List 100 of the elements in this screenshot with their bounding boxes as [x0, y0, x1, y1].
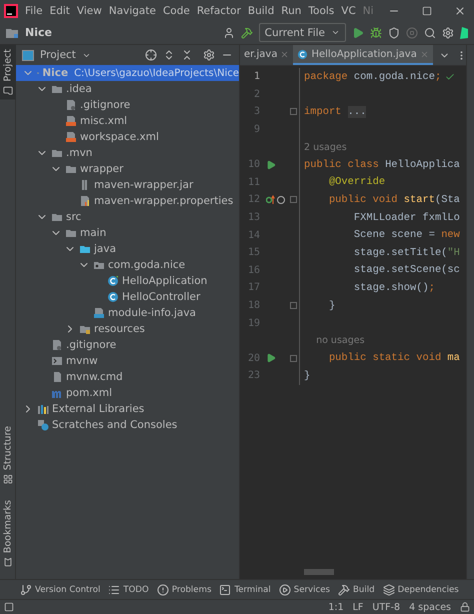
menu-item[interactable]: Navigate	[108, 4, 156, 16]
code-line: stage.setTitle("H	[352, 246, 460, 259]
status-item[interactable]: LF	[352, 602, 364, 612]
tree-item[interactable]: src	[16, 209, 239, 225]
tool-window-tab[interactable]: Project	[0, 45, 16, 100]
fold-icon[interactable]	[290, 302, 297, 310]
tree-item[interactable]: HelloController	[16, 289, 239, 305]
menu-item[interactable]: Build	[248, 4, 274, 16]
tool-window-button[interactable]: Version Control	[20, 584, 100, 596]
line-number: 9	[252, 124, 260, 136]
tree-item[interactable]: maven-wrapper.properties	[16, 193, 239, 209]
tree-item[interactable]: maven-wrapper.jar	[16, 177, 239, 193]
tree-item[interactable]: workspace.xml	[16, 129, 239, 145]
menu-item[interactable]: VC	[341, 4, 356, 16]
run-icon[interactable]	[266, 353, 276, 364]
collapse-all-icon[interactable]	[181, 49, 193, 61]
locate-icon[interactable]	[145, 49, 157, 61]
hammer-icon[interactable]	[240, 26, 253, 38]
menu-item[interactable]: Run	[281, 4, 302, 16]
run-configuration-dropdown[interactable]: Current File	[258, 23, 346, 42]
usage-hint[interactable]: 2 usages	[300, 142, 347, 153]
tool-window-tab[interactable]: Structure	[0, 422, 16, 488]
project-name[interactable]: Nice	[25, 26, 52, 39]
tree-item[interactable]: .idea	[16, 81, 239, 97]
settings-icon[interactable]	[203, 49, 215, 61]
file-icon	[51, 371, 63, 383]
folder-icon	[51, 83, 63, 95]
maximize-icon[interactable]	[422, 6, 432, 16]
tree-item[interactable]: .gitignore	[16, 337, 239, 353]
tree-item-label: .mvn	[66, 147, 92, 159]
code-line: stage.setScene(sc	[352, 264, 460, 276]
usage-hint[interactable]: no usages	[300, 335, 365, 346]
tool-window-button[interactable]: Terminal	[219, 584, 271, 596]
fold-icon[interactable]	[290, 196, 297, 204]
editor-tab[interactable]: HelloApplication.java	[293, 45, 433, 65]
fold-icon[interactable]	[290, 354, 297, 362]
tree-item[interactable]: Scratches and Consoles	[16, 417, 239, 433]
tree-item-label: mvnw	[66, 355, 98, 367]
tool-window-button[interactable]: Build	[338, 584, 375, 596]
fold-icon[interactable]	[290, 108, 297, 116]
code-line: Scene scene = new	[352, 229, 460, 242]
override-icon[interactable]	[266, 194, 286, 205]
line-number: 11	[246, 176, 260, 188]
layout-icon[interactable]	[4, 602, 14, 612]
tree-item[interactable]: pom.xml	[16, 385, 239, 401]
line-number: 23	[246, 370, 260, 382]
menu-item[interactable]: Tools	[308, 4, 334, 16]
library-icon	[37, 403, 49, 415]
tree-item[interactable]: com.goda.nice	[16, 257, 239, 273]
tree-item[interactable]: HelloApplication	[16, 273, 239, 289]
tree-item[interactable]: java	[16, 241, 239, 257]
status-item[interactable]: 1:1	[328, 602, 344, 612]
menu-item[interactable]: Refactor	[196, 4, 241, 16]
tree-item[interactable]: misc.xml	[16, 113, 239, 129]
coverage-icon[interactable]	[388, 26, 400, 38]
tool-window-button[interactable]: Dependencies	[382, 584, 459, 596]
structure-icon	[3, 474, 13, 484]
tree-item[interactable]: module-info.java	[16, 305, 239, 321]
tree-item[interactable]: .gitignore	[16, 97, 239, 113]
tool-window-button[interactable]: Services	[278, 584, 330, 596]
panel-title[interactable]: Project	[40, 49, 76, 61]
line-number: 20	[246, 352, 260, 364]
tree-item[interactable]: mvnw	[16, 353, 239, 369]
run-icon[interactable]	[266, 160, 276, 170]
xml-file-icon	[65, 115, 77, 127]
tree-item[interactable]: Nice C:\Users\gazuo\IdeaProjects\Nice	[16, 65, 239, 81]
tool-window-tab[interactable]: Bookmarks	[0, 496, 16, 571]
tree-item[interactable]: resources	[16, 321, 239, 337]
scrollbar-thumb[interactable]	[304, 569, 334, 575]
check-icon[interactable]	[445, 72, 456, 82]
logo-icon[interactable]	[460, 26, 468, 40]
status-item[interactable]: UTF-8	[372, 602, 400, 612]
debug-icon[interactable]	[370, 26, 382, 38]
line-number: 3	[252, 106, 260, 118]
line-number: 15	[246, 247, 260, 258]
run-icon[interactable]	[352, 26, 364, 38]
menu-item[interactable]: View	[76, 4, 102, 16]
close-icon[interactable]	[454, 4, 466, 16]
line-number: 2	[252, 88, 260, 100]
tree-item[interactable]: main	[16, 225, 239, 241]
lock-icon[interactable]	[460, 602, 470, 612]
user-icon[interactable]	[222, 26, 235, 38]
expand-all-icon[interactable]	[163, 49, 175, 61]
tree-item[interactable]: mvnw.cmd	[16, 369, 239, 385]
tree-item[interactable]: .mvn	[16, 145, 239, 161]
terminal-icon	[219, 584, 232, 596]
line-number: 17	[246, 282, 260, 294]
tree-item[interactable]: External Libraries	[16, 401, 239, 417]
settings-icon[interactable]	[442, 26, 454, 38]
menu-item[interactable]: File	[25, 4, 43, 16]
menu-item[interactable]: Edit	[50, 4, 70, 16]
scratches-icon	[37, 419, 49, 431]
tool-window-button[interactable]: TODO	[108, 584, 149, 596]
status-item[interactable]: 4 spaces	[409, 602, 451, 612]
editor-tab[interactable]: er.java	[240, 45, 294, 65]
menu-item[interactable]: Code	[162, 4, 190, 16]
tree-item[interactable]: wrapper	[16, 161, 239, 177]
tool-window-button[interactable]: Problems	[156, 584, 212, 596]
search-icon[interactable]	[424, 26, 436, 38]
tree-item-label: resources	[94, 323, 145, 335]
